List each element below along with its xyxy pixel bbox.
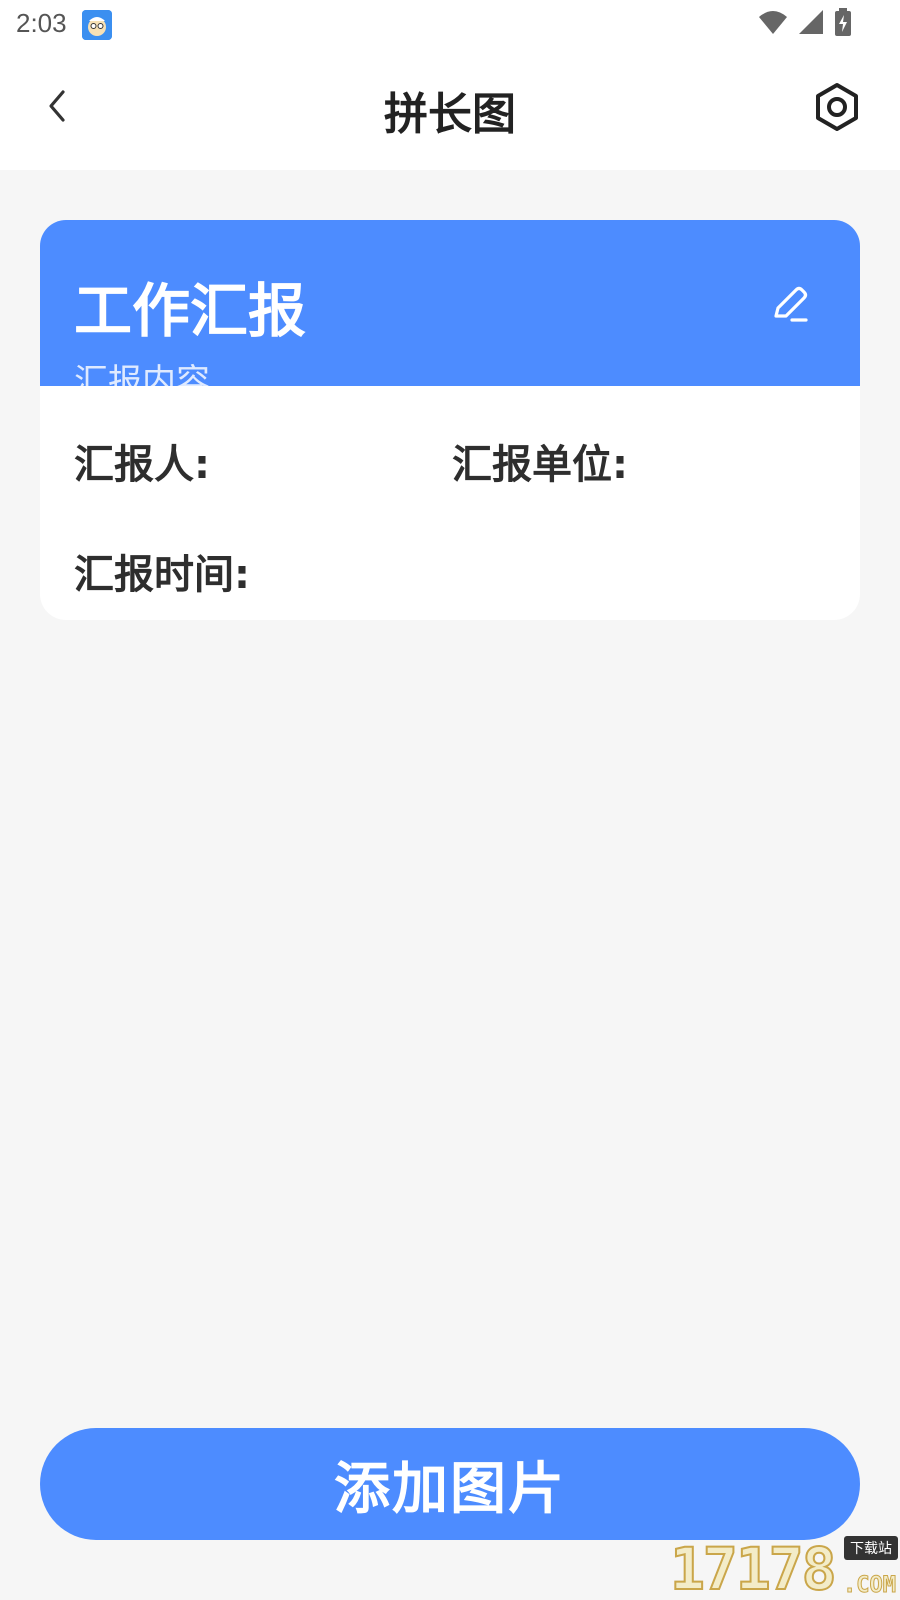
app-avatar-icon (82, 10, 112, 40)
pencil-edit-icon (770, 284, 810, 328)
battery-charging-icon (834, 8, 852, 40)
header: 拼长图 (0, 60, 900, 160)
top-bar: 2:03 拼长图 (0, 0, 900, 170)
watermark-tag: 下载站 (844, 1536, 898, 1560)
status-time: 2:03 (16, 8, 67, 38)
unit-label: 汇报单位: (452, 442, 628, 488)
watermark-logo: 17178 下载站 .COM (669, 1535, 900, 1600)
page-title: 拼长图 (384, 89, 516, 140)
page: 2:03 拼长图 工作汇报 汇报内容 汇报人: 汇报单位: 汇报时间: 添加图片… (0, 0, 900, 1600)
edit-button[interactable] (766, 282, 814, 330)
watermark-suffix: .COM (843, 1573, 897, 1599)
cellular-signal-icon (798, 9, 824, 39)
status-icons (758, 8, 852, 40)
hexagon-settings-icon (813, 82, 861, 136)
report-card: 工作汇报 汇报内容 汇报人: 汇报单位: 汇报时间: (40, 220, 860, 620)
status-bar: 2:03 (0, 0, 900, 48)
report-content-subtitle[interactable]: 汇报内容 (74, 354, 210, 386)
report-title[interactable]: 工作汇报 (74, 264, 306, 348)
report-card-header: 工作汇报 汇报内容 (40, 220, 860, 386)
settings-button[interactable] (810, 82, 864, 136)
report-time-label: 汇报时间: (74, 552, 250, 598)
watermark-number: 17178 (669, 1535, 838, 1600)
wifi-icon (758, 9, 788, 39)
add-image-button[interactable]: 添加图片 (40, 1428, 860, 1540)
reporter-label: 汇报人: (74, 442, 210, 488)
